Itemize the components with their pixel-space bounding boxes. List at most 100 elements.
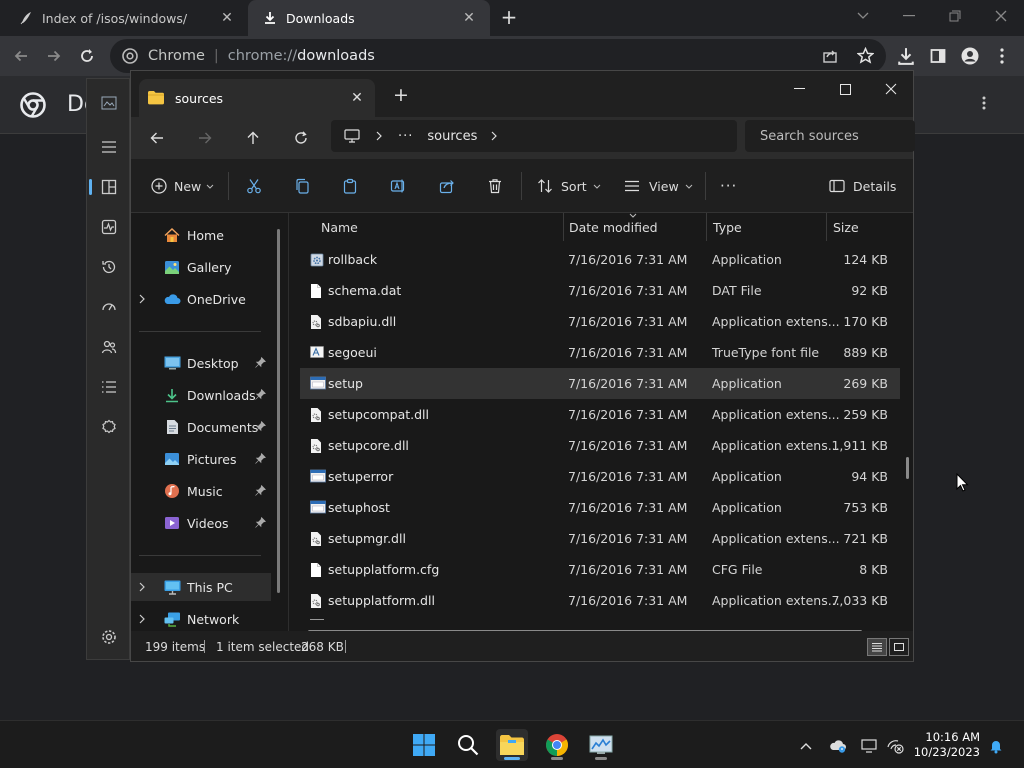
vertical-scrollbar-thumb[interactable]: [906, 457, 909, 479]
breadcrumb-chevron-icon[interactable]: [491, 131, 498, 141]
pin-icon[interactable]: [255, 453, 267, 465]
column-date-modified[interactable]: Date modified: [569, 220, 658, 235]
column-name[interactable]: Name: [321, 220, 358, 235]
startup-icon[interactable]: [99, 297, 119, 317]
back-icon[interactable]: [9, 44, 33, 68]
nav-item-home[interactable]: Home: [131, 221, 271, 249]
chevron-right-icon[interactable]: [139, 614, 155, 624]
omnibox[interactable]: Chrome | chrome:// downloads: [110, 39, 886, 73]
rename-icon[interactable]: [390, 175, 406, 197]
file-row-setupcore-dll[interactable]: setupcore.dll 7/16/2016 7:31 AM Applicatio…: [300, 430, 900, 461]
maximize-icon[interactable]: [831, 79, 859, 99]
file-row-setuphost[interactable]: setuphost 7/16/2016 7:31 AM Application 753…: [300, 492, 900, 523]
file-row-setupplatform-cfg[interactable]: setupplatform.cfg 7/16/2016 7:31 AM CFG Fi…: [300, 554, 900, 585]
file-explorer-icon[interactable]: [496, 729, 528, 761]
file-row-setuperror[interactable]: setuperror 7/16/2016 7:31 AM Application 94…: [300, 461, 900, 492]
close-window-icon[interactable]: [877, 79, 905, 99]
forward-icon[interactable]: [42, 44, 66, 68]
file-row-setupcompat-dll[interactable]: setupcompat.dll 7/16/2016 7:31 AM Applicat…: [300, 399, 900, 430]
nav-item-pictures[interactable]: Pictures: [131, 445, 271, 473]
tab-search-chevron-icon[interactable]: [851, 6, 875, 26]
nav-item-desktop[interactable]: Desktop: [131, 349, 271, 377]
copy-icon[interactable]: [294, 175, 310, 197]
resource-monitor-icon[interactable]: [585, 729, 617, 761]
refresh-icon[interactable]: [290, 127, 312, 149]
computer-icon[interactable]: [344, 129, 362, 143]
pin-icon[interactable]: [255, 421, 267, 433]
display-icon[interactable]: [860, 737, 878, 755]
file-row-setup[interactable]: setup 7/16/2016 7:31 AM Application 269 KB: [300, 368, 900, 399]
network-off-icon[interactable]: [886, 737, 904, 755]
nav-pane-scrollbar[interactable]: [277, 229, 280, 593]
nav-item-documents[interactable]: Documents: [131, 413, 271, 441]
column-size[interactable]: Size: [833, 220, 859, 235]
nav-item-network[interactable]: Network: [131, 605, 271, 633]
chevron-right-icon[interactable]: [139, 582, 155, 592]
side-panel-icon[interactable]: [926, 44, 950, 68]
file-row-setupplatform-dll[interactable]: setupplatform.dll 7/16/2016 7:31 AM Applic…: [300, 585, 900, 616]
file-row-schema-dat[interactable]: schema.dat 7/16/2016 7:31 AM DAT File 92 KB: [300, 275, 900, 306]
forward-arrow-icon[interactable]: [194, 127, 216, 149]
new-button[interactable]: New: [151, 175, 214, 197]
downloads-icon[interactable]: [894, 44, 918, 68]
nav-item-gallery[interactable]: Gallery: [131, 253, 271, 281]
history-icon[interactable]: [99, 257, 119, 277]
chevron-right-icon[interactable]: [139, 294, 155, 304]
close-window-icon[interactable]: [989, 6, 1013, 26]
close-icon[interactable]: ✕: [218, 9, 236, 27]
breadcrumb-ellipsis[interactable]: ···: [398, 129, 413, 144]
onedrive-icon[interactable]: [829, 737, 847, 755]
kebab-menu-icon[interactable]: [990, 44, 1014, 68]
close-icon[interactable]: ✕: [349, 90, 365, 106]
pin-icon[interactable]: [255, 389, 267, 401]
nav-item-music[interactable]: Music: [131, 477, 271, 505]
tab-downloads[interactable]: Downloads ✕: [248, 0, 490, 36]
hamburger-menu-icon[interactable]: [99, 137, 119, 157]
cut-icon[interactable]: [246, 175, 262, 197]
restore-icon[interactable]: [943, 6, 967, 26]
bookmark-star-icon[interactable]: [857, 47, 874, 64]
file-row-setupmgr-dll[interactable]: setupmgr.dll 7/16/2016 7:31 AM Application…: [300, 523, 900, 554]
sort-button[interactable]: Sort: [537, 175, 601, 197]
pin-icon[interactable]: [255, 485, 267, 497]
file-row-segoeui[interactable]: segoeui 7/16/2016 7:31 AM TrueType font fi…: [300, 337, 900, 368]
nav-item-downloads[interactable]: Downloads: [131, 381, 271, 409]
reload-icon[interactable]: [75, 44, 99, 68]
page-menu-icon[interactable]: [982, 96, 986, 110]
minimize-icon[interactable]: [785, 79, 813, 99]
settings-gear-icon[interactable]: [99, 627, 119, 647]
details-button[interactable]: Details: [829, 175, 896, 197]
tab-index-isos[interactable]: Index of /isos/windows/ ✕: [0, 0, 248, 36]
more-options-button[interactable]: ···: [720, 175, 737, 197]
nav-item-onedrive[interactable]: OneDrive: [131, 285, 271, 313]
new-tab-button[interactable]: +: [498, 7, 520, 29]
search-box[interactable]: Search sources: [745, 120, 915, 152]
chrome-icon[interactable]: [541, 729, 573, 761]
view-button[interactable]: View: [624, 175, 693, 197]
pin-icon[interactable]: [255, 517, 267, 529]
start-icon[interactable]: [408, 729, 440, 761]
file-row-rollback[interactable]: rollback 7/16/2016 7:31 AM Application 124 …: [300, 244, 900, 275]
explorer-new-tab-button[interactable]: +: [393, 84, 409, 106]
back-arrow-icon[interactable]: [146, 127, 168, 149]
share-icon[interactable]: [822, 48, 838, 64]
close-icon[interactable]: ✕: [460, 9, 478, 27]
performance-icon[interactable]: [99, 217, 119, 237]
breadcrumb-current[interactable]: sources: [427, 129, 477, 144]
users-icon[interactable]: [99, 337, 119, 357]
pin-icon[interactable]: [255, 357, 267, 369]
notification-bell-icon[interactable]: [987, 737, 1005, 755]
minimize-icon[interactable]: [897, 6, 921, 26]
paste-icon[interactable]: [342, 175, 358, 197]
overview-icon[interactable]: [99, 177, 119, 197]
breadcrumb-chevron-icon[interactable]: [376, 131, 382, 141]
file-row-sdbapiu-dll[interactable]: sdbapiu.dll 7/16/2016 7:31 AM Application …: [300, 306, 900, 337]
explorer-tab-sources[interactable]: sources ✕: [139, 79, 375, 117]
nav-item-this-pc[interactable]: This PC: [131, 573, 271, 601]
share-icon[interactable]: [439, 175, 455, 197]
delete-icon[interactable]: [487, 175, 503, 197]
details-view-icon[interactable]: [867, 638, 887, 656]
tiles-view-icon[interactable]: [889, 638, 909, 656]
address-bar[interactable]: ··· sources: [331, 120, 737, 152]
profile-avatar-icon[interactable]: [958, 44, 982, 68]
